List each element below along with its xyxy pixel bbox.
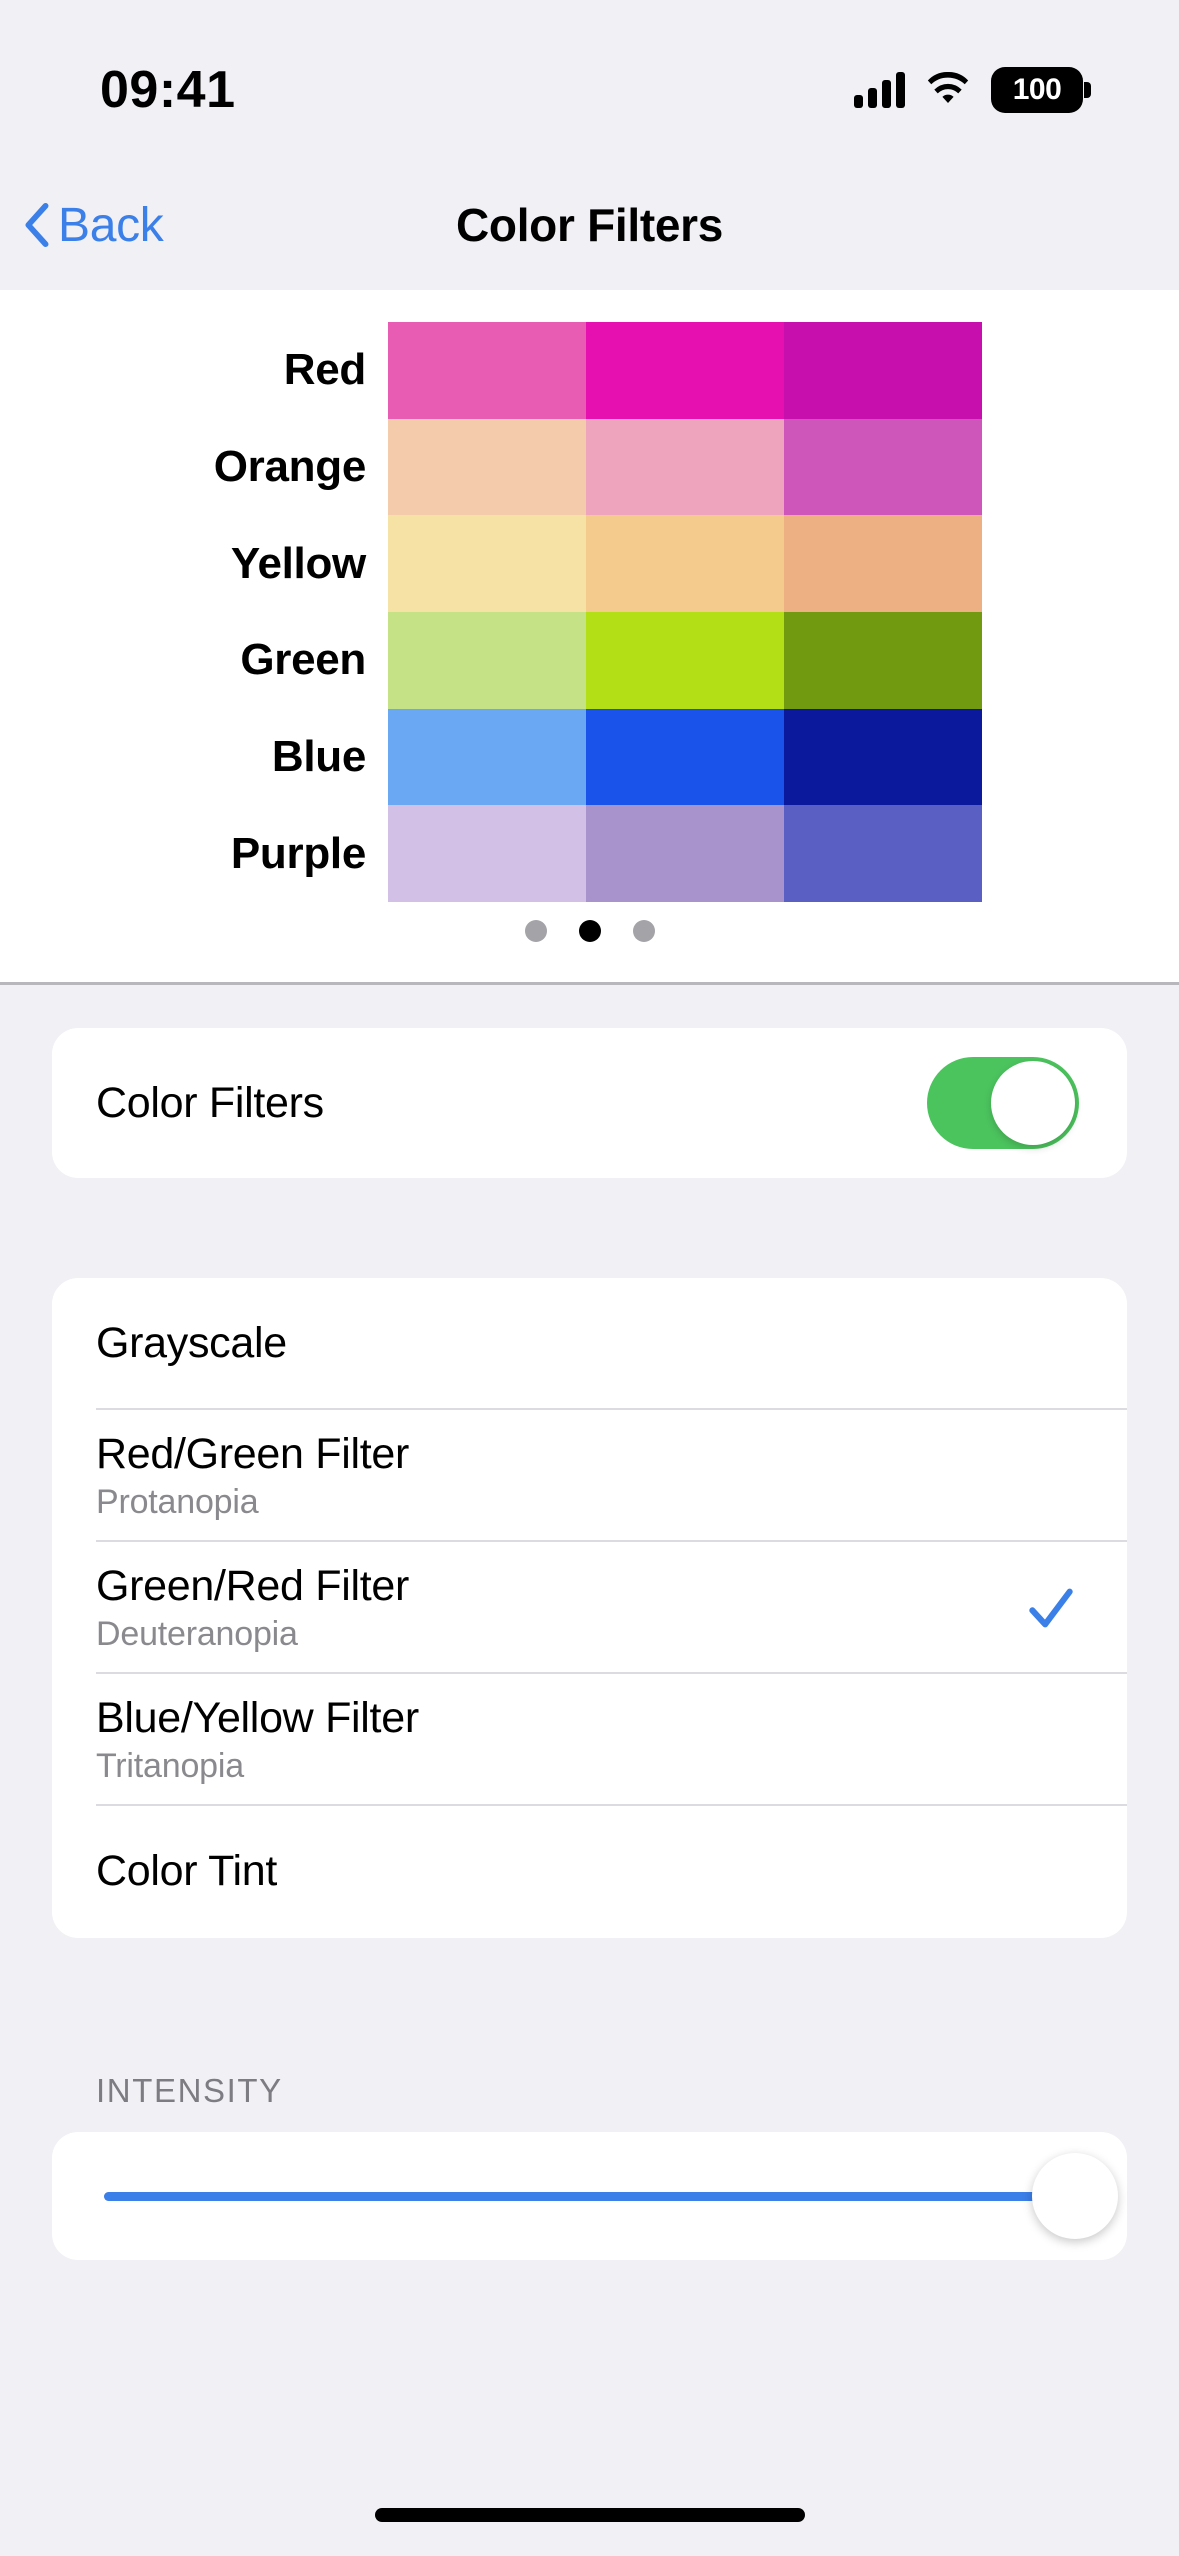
home-indicator: [374, 2508, 805, 2522]
filter-option-texts: Green/Red Filter Deuteranopia: [96, 1561, 410, 1653]
signal-bars-icon: [854, 72, 905, 108]
status-time: 09:41: [100, 61, 236, 119]
color-swatch: [586, 322, 784, 419]
status-bar: 09:41 100: [0, 0, 1179, 160]
color-row-label: Orange: [213, 441, 367, 491]
color-swatch: [586, 708, 784, 806]
color-swatch: [586, 805, 784, 902]
page-dot[interactable]: [524, 920, 547, 942]
battery-level: 100: [1012, 73, 1062, 106]
color-filters-switch[interactable]: [927, 1057, 1079, 1149]
color-preview-panel[interactable]: Red Orange Yellow Green Blue Purple: [0, 290, 1179, 985]
switch-knob: [991, 1061, 1075, 1145]
screen: 09:41 100 Back Color Filters Red Orange …: [0, 0, 1179, 2556]
color-swatch: [388, 708, 586, 806]
page-dot[interactable]: [632, 920, 655, 942]
page-dots[interactable]: [0, 920, 1179, 942]
slider-track[interactable]: [104, 2153, 1118, 2239]
filter-option-texts: Color Tint: [96, 1849, 277, 1894]
color-swatch: [388, 805, 586, 902]
filter-option-subtitle: Deuteranopia: [96, 1614, 298, 1653]
color-swatch: [586, 418, 784, 516]
filter-option-row[interactable]: Blue/Yellow Filter Tritanopia: [52, 1674, 1127, 1806]
filter-option-name: Green/Red Filter: [96, 1561, 410, 1610]
intensity-slider[interactable]: [52, 2132, 1127, 2260]
page-dot[interactable]: [578, 920, 601, 942]
page-title: Color Filters: [455, 199, 724, 251]
color-row-label: Blue: [271, 731, 366, 781]
color-swatch-area: Red Orange Yellow Green Blue Purple: [0, 322, 1179, 902]
filter-option-texts: Grayscale: [96, 1321, 287, 1366]
color-filters-toggle-row[interactable]: Color Filters: [52, 1028, 1127, 1178]
color-row-labels: Red Orange Yellow Green Blue Purple: [0, 322, 370, 902]
color-row-label: Yellow: [230, 538, 366, 588]
filter-option-row[interactable]: Color Tint: [52, 1806, 1127, 1938]
color-swatch-grid: [388, 322, 982, 902]
color-swatch: [388, 611, 586, 709]
color-swatch: [784, 708, 982, 806]
navigation-bar: Back Color Filters: [0, 160, 1179, 290]
filter-option-row[interactable]: Red/Green Filter Protanopia: [52, 1410, 1127, 1542]
color-row-label: Purple: [230, 828, 366, 878]
status-indicators: 100: [854, 47, 1091, 113]
filter-options-card: Grayscale Red/Green Filter Protanopia Green…: [52, 1278, 1127, 1938]
battery-icon: 100: [991, 67, 1091, 113]
color-swatch: [784, 515, 982, 612]
filter-option-row[interactable]: Grayscale: [52, 1278, 1127, 1410]
filter-option-name: Red/Green Filter: [96, 1429, 410, 1478]
color-filters-toggle-label: Color Filters: [96, 1078, 324, 1127]
checkmark-icon: [1029, 1588, 1073, 1628]
filter-option-name: Color Tint: [96, 1847, 278, 1896]
slider-fill: [104, 2191, 1075, 2201]
color-swatch: [388, 418, 586, 516]
color-swatch: [784, 611, 982, 709]
filter-option-name: Blue/Yellow Filter: [96, 1693, 419, 1742]
color-swatch: [586, 611, 784, 709]
filter-option-texts: Red/Green Filter Protanopia: [96, 1429, 410, 1521]
color-row-label: Green: [240, 635, 366, 685]
color-swatch: [784, 805, 982, 902]
filter-option-subtitle: Tritanopia: [96, 1746, 244, 1785]
color-swatch: [388, 515, 586, 612]
color-swatch: [388, 322, 586, 419]
intensity-slider-card: [52, 2132, 1127, 2260]
intensity-section-header: INTENSITY: [96, 2072, 283, 2109]
filter-option-texts: Blue/Yellow Filter Tritanopia: [96, 1693, 419, 1785]
color-row-label: Red: [283, 345, 367, 395]
filter-option-row[interactable]: Green/Red Filter Deuteranopia: [52, 1542, 1127, 1674]
wifi-icon: [927, 72, 969, 103]
filter-option-subtitle: Protanopia: [96, 1482, 259, 1521]
color-swatch: [586, 515, 784, 612]
color-swatch: [784, 322, 982, 419]
color-swatch: [784, 418, 982, 516]
slider-knob[interactable]: [1032, 2153, 1118, 2239]
filter-option-name: Grayscale: [96, 1319, 287, 1368]
color-filters-toggle-card: Color Filters: [52, 1028, 1127, 1178]
